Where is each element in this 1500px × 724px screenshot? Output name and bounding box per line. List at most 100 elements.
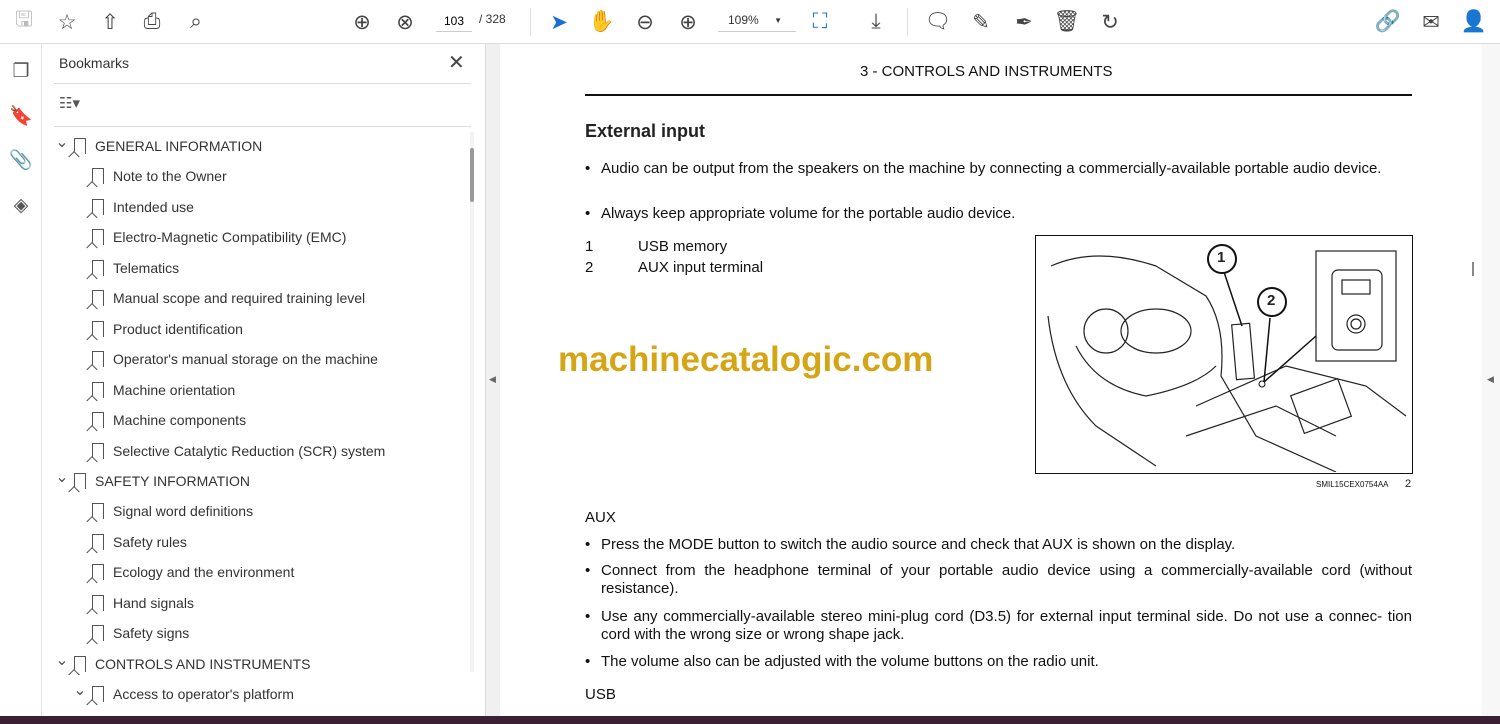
bookmark-label: Note to the Owner: [113, 168, 227, 185]
bookmark-label: GENERAL INFORMATION: [95, 138, 263, 154]
save-icon[interactable]: 🖫: [10, 8, 38, 36]
legend-label: AUX input terminal: [638, 259, 764, 276]
bookmark-label: Safety signs: [113, 625, 190, 642]
legend-item: 1 USB memory: [585, 238, 885, 256]
bookmarks-icon[interactable]: 🔖: [8, 104, 34, 130]
bookmark-icon: [92, 290, 104, 307]
bookmark-item[interactable]: ⌄ GENERAL INFORMATION: [54, 131, 262, 161]
bookmark-item[interactable]: Note to the Owner: [72, 161, 227, 191]
attachments-icon[interactable]: 📎: [8, 148, 34, 174]
scroll-mode-icon[interactable]: ⤓: [862, 8, 890, 36]
bookmark-item[interactable]: Hand signals: [72, 588, 194, 618]
usb-heading: USB: [585, 686, 616, 703]
bookmark-options-icon[interactable]: ☷▾: [59, 94, 80, 112]
figure-number: 2: [1405, 478, 1412, 490]
bookmark-icon: [92, 625, 104, 642]
comment-icon[interactable]: 🗨: [924, 8, 952, 36]
chevron-down-icon[interactable]: ⌄: [72, 680, 88, 700]
cloud-upload-icon[interactable]: ⇧: [96, 8, 124, 36]
bookmark-icon: [92, 229, 104, 246]
bookmark-label: Product identification: [113, 320, 243, 337]
legend-num: 2: [585, 259, 594, 276]
bullet: •: [585, 653, 591, 670]
bookmark-item[interactable]: Ecology and the environment: [72, 557, 294, 587]
chevron-down-icon[interactable]: ⌄: [54, 132, 70, 152]
search-icon[interactable]: ⌕: [182, 8, 210, 36]
zoom-select[interactable]: 109% ▼: [718, 10, 796, 32]
bookmark-icon: [92, 351, 104, 368]
bookmark-icon: [92, 594, 104, 611]
rotate-icon[interactable]: ↻: [1096, 8, 1124, 36]
watermark: machinecatalogic.com: [558, 340, 934, 379]
page-header: 3 - CONTROLS AND INSTRUMENTS: [860, 63, 1113, 80]
expand-right-panel-icon[interactable]: ◀: [1487, 374, 1494, 385]
zoom-in-icon[interactable]: ⊕: [674, 8, 702, 36]
bookmark-label: Machine orientation: [113, 381, 236, 398]
bookmark-item[interactable]: Selective Catalytic Reduction (SCR) syst…: [72, 436, 385, 466]
bookmark-item[interactable]: Machine orientation: [72, 375, 235, 405]
bookmark-item[interactable]: Intended use: [72, 192, 194, 222]
bullet: •: [585, 608, 591, 625]
bookmark-label: Safety rules: [113, 533, 187, 550]
scrollbar-thumb[interactable]: [470, 148, 474, 202]
close-icon[interactable]: ✕: [448, 50, 465, 75]
right-scroll-area[interactable]: ◀: [1472, 44, 1500, 724]
hand-tool-icon[interactable]: ✋: [588, 8, 616, 36]
bookmark-item[interactable]: Telematics: [72, 253, 179, 283]
bookmark-label: Access to operator's platform: [113, 686, 294, 703]
bookmark-icon: [92, 503, 104, 520]
scrollbar[interactable]: [470, 132, 474, 672]
bookmark-icon: [92, 564, 104, 581]
bookmark-item[interactable]: ⌄ Access to operator's platform: [72, 679, 294, 709]
fit-page-icon[interactable]: ⛶: [806, 8, 834, 36]
bookmark-item[interactable]: Safety rules: [72, 527, 187, 557]
bookmark-item[interactable]: Manual scope and required training level: [72, 283, 365, 313]
figure-console-illustration: 1 2: [1035, 235, 1413, 474]
add-user-icon[interactable]: 👤: [1460, 8, 1488, 36]
bookmark-item[interactable]: Electro-Magnetic Compatibility (EMC): [72, 222, 346, 252]
bookmark-label: Electro-Magnetic Compatibility (EMC): [113, 229, 347, 246]
bookmark-icon: [92, 381, 104, 398]
scroll-grip[interactable]: [1472, 262, 1474, 276]
print-icon[interactable]: ⎙: [138, 8, 166, 36]
bullet: •: [585, 536, 591, 553]
zoom-out-icon[interactable]: ⊖: [631, 8, 659, 36]
collapse-left-icon[interactable]: ◀: [489, 374, 496, 385]
star-icon[interactable]: ☆: [53, 8, 81, 36]
bookmark-item[interactable]: ⌄ SAFETY INFORMATION: [54, 466, 250, 496]
bookmarks-panel: Bookmarks ✕ ☷▾ ⌄ GENERAL INFORMATION Note …: [42, 44, 485, 724]
previous-page-icon[interactable]: ⊕: [348, 8, 376, 36]
delete-icon[interactable]: 🗑: [1053, 8, 1081, 36]
bookmark-label: Signal word definitions: [113, 503, 254, 520]
share-link-icon[interactable]: 🔗: [1374, 8, 1402, 36]
next-page-icon[interactable]: ⊗: [391, 8, 419, 36]
layers-icon[interactable]: ◈: [8, 194, 34, 220]
taskbar-edge: [0, 716, 1500, 724]
intro-bullet: • Always keep appropriate volume for the …: [585, 205, 1412, 223]
section-heading: External input: [585, 121, 706, 141]
bookmark-label: Intended use: [113, 198, 194, 215]
bookmark-item[interactable]: Machine components: [72, 405, 246, 435]
panel-collapse-gutter[interactable]: ◀: [485, 44, 500, 724]
bullet-text: Audio can be output from the speakers on…: [601, 160, 1382, 177]
bookmark-label: CONTROLS AND INSTRUMENTS: [95, 655, 311, 672]
bookmark-item[interactable]: ⌄ CONTROLS AND INSTRUMENTS: [54, 649, 310, 679]
page-thumbnails-icon[interactable]: ❐: [8, 60, 34, 86]
email-icon[interactable]: ✉: [1417, 8, 1445, 36]
page-number-input[interactable]: [436, 10, 472, 32]
bookmark-label: Telematics: [113, 259, 180, 276]
bookmark-item[interactable]: Safety signs: [72, 618, 189, 648]
sign-icon[interactable]: ✒: [1010, 8, 1038, 36]
bullet-text: Press the MODE button to switch the audi…: [601, 536, 1236, 553]
select-cursor-icon[interactable]: ➤: [545, 8, 573, 36]
highlight-pen-icon[interactable]: ✎: [967, 8, 995, 36]
chevron-down-icon[interactable]: ⌄: [54, 650, 70, 670]
bookmark-icon: [92, 412, 104, 429]
bookmark-icon: [92, 320, 104, 337]
bookmark-item[interactable]: Product identification: [72, 314, 243, 344]
bookmark-item[interactable]: Signal word definitions: [72, 496, 253, 526]
bookmark-icon: [92, 442, 104, 459]
bookmark-item[interactable]: Operator's manual storage on the machine: [72, 344, 378, 374]
zoom-value: 109%: [728, 13, 759, 27]
chevron-down-icon[interactable]: ⌄: [54, 467, 70, 487]
